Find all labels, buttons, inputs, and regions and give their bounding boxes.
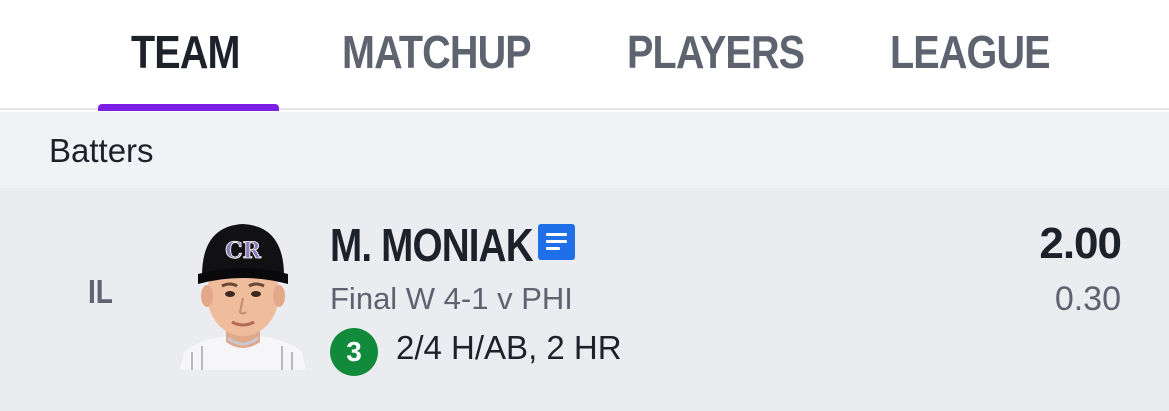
- tab-team[interactable]: TEAM: [131, 22, 241, 82]
- fantasy-points: 2.00: [1039, 219, 1122, 268]
- player-name[interactable]: M. MONIAK: [330, 218, 534, 272]
- tab-bar: TEAM MATCHUP PLAYERS LEAGUE: [0, 0, 1169, 111]
- game-status: Final W 4-1 v PHI: [330, 281, 573, 316]
- tab-players[interactable]: PLAYERS: [627, 22, 805, 82]
- tab-league[interactable]: LEAGUE: [890, 22, 1051, 82]
- tab-matchup[interactable]: MATCHUP: [342, 22, 532, 82]
- rank-badge: 3: [330, 328, 378, 376]
- player-notes-icon[interactable]: [538, 224, 575, 260]
- section-title: Batters: [49, 132, 154, 169]
- active-tab-indicator: [98, 104, 279, 111]
- roster-slot[interactable]: IL: [88, 273, 113, 311]
- projected-points: 0.30: [1054, 280, 1121, 318]
- stat-line: 2/4 H/AB, 2 HR: [396, 329, 622, 366]
- section-header: Batters: [0, 112, 1169, 188]
- player-headshot[interactable]: CR: [178, 212, 308, 370]
- cap-logo: CR: [225, 238, 262, 264]
- player-row[interactable]: IL CR M. MONIAK Final W 4-1 v PHI 3 2/4 …: [0, 188, 1169, 411]
